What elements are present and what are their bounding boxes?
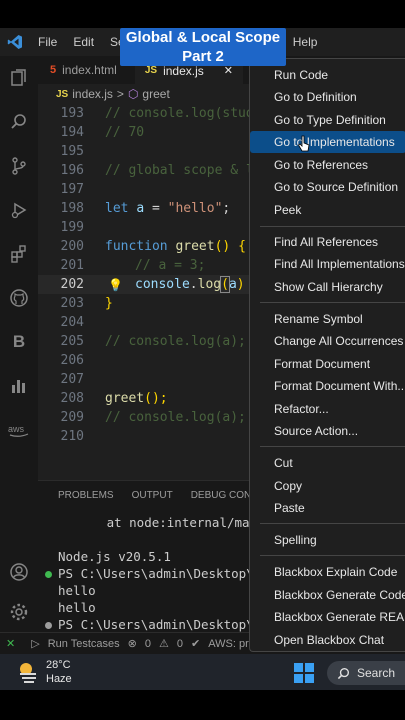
source-control-icon[interactable] — [0, 144, 38, 188]
menu-copy[interactable]: Copy — [250, 475, 405, 497]
js-file-icon: JS — [56, 88, 69, 100]
video-title-overlay: Global & Local Scope Part 2 — [120, 28, 286, 66]
menu-go-to-references[interactable]: Go to References — [250, 154, 405, 176]
overlay-title-line2: Part 2 — [182, 48, 224, 65]
error-icon: ⊗ — [127, 638, 137, 650]
menu-find-all-implementations[interactable]: Find All Implementations — [250, 253, 405, 275]
html-file-icon: 5 — [50, 64, 57, 76]
taskbar-search[interactable]: Search — [327, 661, 405, 685]
tab-label: index.html — [62, 63, 117, 77]
menu-show-call-hierarchy[interactable]: Show Call Hierarchy — [250, 276, 405, 298]
weather-condition: Haze — [46, 673, 72, 685]
menu-file[interactable]: File — [30, 35, 65, 49]
warning-count[interactable]: 0 — [177, 638, 183, 650]
search-label: Search — [357, 666, 396, 680]
run-debug-icon[interactable] — [0, 188, 38, 232]
menu-blackbox-explain-code[interactable]: Blackbox Explain Code — [250, 561, 405, 583]
menu-blackbox-generate-code[interactable]: Blackbox Generate Code — [250, 584, 405, 606]
charts-icon[interactable] — [0, 364, 38, 408]
aws-status-icon: ✔ — [190, 638, 201, 650]
menu-blackbox-generate-readme[interactable]: Blackbox Generate README — [250, 606, 405, 628]
search-icon[interactable] — [0, 100, 38, 144]
extensions-icon[interactable] — [0, 232, 38, 276]
menu-peek[interactable]: Peek — [250, 199, 405, 221]
menu-rename-symbol[interactable]: Rename Symbol — [250, 308, 405, 330]
tab-problems[interactable]: PROBLEMS — [58, 490, 114, 501]
menu-separator — [260, 523, 405, 524]
success-dot-icon — [45, 571, 52, 578]
github-icon[interactable] — [0, 276, 38, 320]
menu-format-document[interactable]: Format Document — [250, 353, 405, 375]
menu-source-action[interactable]: Source Action... — [250, 420, 405, 442]
tab-index-html[interactable]: 5 index.html — [38, 56, 127, 84]
search-icon — [337, 667, 350, 679]
menu-separator — [260, 446, 405, 447]
menu-find-all-references[interactable]: Find All References — [250, 231, 405, 253]
svg-text:aws: aws — [8, 424, 25, 434]
error-count[interactable]: 0 — [145, 638, 151, 650]
aws-status[interactable]: AWS: pro — [208, 638, 255, 650]
menu-format-document-with[interactable]: Format Document With... — [250, 375, 405, 397]
warning-icon: ⚠ — [158, 638, 169, 650]
top-black-band — [0, 0, 405, 28]
menu-separator — [260, 302, 405, 303]
activity-bar: B aws — [0, 56, 38, 654]
weather-widget[interactable]: 28°C Haze — [46, 658, 72, 686]
menu-separator — [260, 555, 405, 556]
menu-refactor[interactable]: Refactor... — [250, 398, 405, 420]
cube-icon: ⬡ — [127, 87, 139, 101]
bottom-black-band — [0, 690, 405, 720]
settings-gear-icon[interactable] — [0, 590, 38, 634]
vscode-logo-icon — [0, 28, 30, 56]
menu-go-to-implementations[interactable]: Go to Implementations — [250, 131, 405, 153]
lightbulb-icon[interactable]: 💡 — [108, 278, 123, 292]
run-testcases-button[interactable]: Run Testcases — [48, 638, 120, 650]
haze-weather-icon[interactable] — [16, 660, 40, 684]
menu-go-to-definition[interactable]: Go to Definition — [250, 86, 405, 108]
menu-paste[interactable]: Paste — [250, 497, 405, 519]
menu-cut[interactable]: Cut — [250, 452, 405, 474]
overlay-title-line1: Global & Local Scope — [125, 29, 281, 46]
menu-change-all-occurrences[interactable]: Change All Occurrences — [250, 330, 405, 352]
menu-help[interactable]: Help — [285, 35, 326, 49]
menu-open-blackbox-chat[interactable]: Open Blackbox Chat — [250, 629, 405, 651]
mouse-pointer-icon — [298, 135, 310, 152]
blackbox-icon[interactable]: B — [0, 320, 38, 364]
aws-icon[interactable]: aws — [0, 408, 38, 452]
menu-separator — [260, 226, 405, 227]
temperature: 28°C — [46, 659, 71, 671]
menu-go-to-source-definition[interactable]: Go to Source Definition — [250, 176, 405, 198]
menu-run-code[interactable]: Run Code — [250, 64, 405, 86]
breadcrumb-symbol[interactable]: greet — [142, 87, 169, 101]
tab-output[interactable]: OUTPUT — [132, 490, 173, 501]
js-file-icon: JS — [144, 65, 158, 76]
neutral-dot-icon — [45, 622, 52, 629]
windows-start-icon[interactable] — [294, 663, 314, 683]
explorer-icon[interactable] — [0, 56, 38, 100]
run-testcases-icon: ▷ — [31, 638, 40, 650]
editor-context-menu: Run Code Go to Definition Go to Type Def… — [249, 58, 405, 652]
breadcrumb-separator: > — [116, 87, 124, 101]
menu-go-to-type-definition[interactable]: Go to Type Definition — [250, 109, 405, 131]
breadcrumb-file[interactable]: index.js — [72, 87, 113, 101]
account-icon[interactable] — [0, 550, 38, 594]
remote-icon[interactable]: ✕ — [6, 637, 15, 650]
menu-edit[interactable]: Edit — [65, 35, 102, 49]
menu-spelling[interactable]: Spelling — [250, 529, 405, 551]
